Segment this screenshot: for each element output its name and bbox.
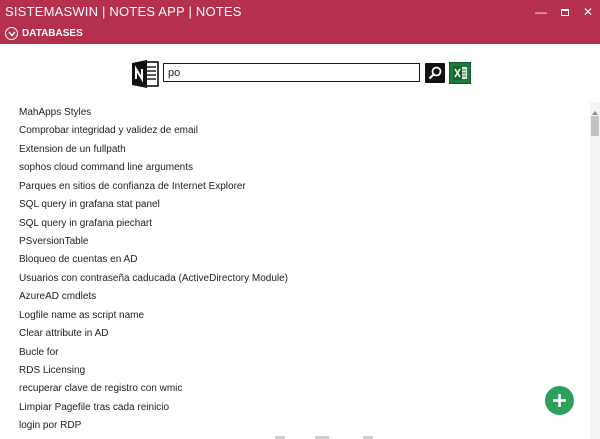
export-excel-button[interactable] — [449, 62, 471, 84]
note-item[interactable]: PSversionTable — [19, 234, 88, 250]
note-item[interactable]: Limpiar Pagefile tras cada reinicio — [19, 400, 169, 416]
scroll-up-arrow-icon[interactable] — [590, 104, 600, 115]
note-item[interactable]: Logfile name as script name — [19, 308, 144, 324]
note-item[interactable]: Bloqueo de cuentas en AD — [19, 252, 137, 268]
excel-icon — [453, 66, 467, 80]
note-item[interactable]: Parques en sitios de confianza de Intern… — [19, 179, 246, 195]
note-item[interactable]: SQL query in grafana stat panel — [19, 197, 160, 213]
note-item[interactable]: Extension de un fullpath — [19, 142, 126, 158]
databases-label: DATABASES — [22, 28, 83, 39]
notes-list: MahApps Styles Comprobar integridad y va… — [0, 102, 590, 439]
note-item[interactable]: AzureAD cmdlets — [19, 289, 96, 305]
maximize-button[interactable] — [555, 2, 575, 22]
window-title: SISTEMASWIN | NOTES APP | NOTES — [5, 4, 242, 19]
close-button[interactable]: ✕ — [578, 2, 598, 22]
search-icon — [428, 66, 442, 80]
note-item[interactable]: MahApps Styles — [19, 105, 91, 121]
add-note-button[interactable] — [545, 386, 574, 415]
title-bar: SISTEMASWIN | NOTES APP | NOTES — ✕ — [0, 0, 600, 24]
note-item[interactable]: Comprobar integridad y validez de email — [19, 123, 198, 139]
databases-bar[interactable]: DATABASES — [0, 24, 600, 44]
search-input[interactable] — [163, 63, 420, 82]
maximize-icon — [561, 9, 569, 16]
chevron-down-circle-icon — [5, 27, 18, 40]
note-item[interactable]: sophos cloud command line arguments — [19, 160, 193, 176]
onenote-icon — [131, 59, 159, 89]
plus-icon — [553, 394, 566, 407]
note-item[interactable]: Clear attribute in AD — [19, 326, 109, 342]
note-item[interactable]: SQL query in grafana piechart — [19, 216, 152, 232]
note-item[interactable]: Usuarios con contraseña caducada (Active… — [19, 271, 288, 287]
minimize-button[interactable]: — — [531, 2, 551, 22]
scrollbar-thumb[interactable] — [591, 116, 599, 136]
note-item[interactable]: RDS Licensing — [19, 363, 85, 379]
note-item[interactable]: Bucle for — [19, 345, 58, 361]
search-button[interactable] — [425, 63, 445, 83]
note-item[interactable]: login por RDP — [19, 418, 81, 434]
notes-scrollbar[interactable] — [590, 102, 600, 439]
note-item[interactable]: recuperar clave de registro con wmic — [19, 381, 182, 397]
